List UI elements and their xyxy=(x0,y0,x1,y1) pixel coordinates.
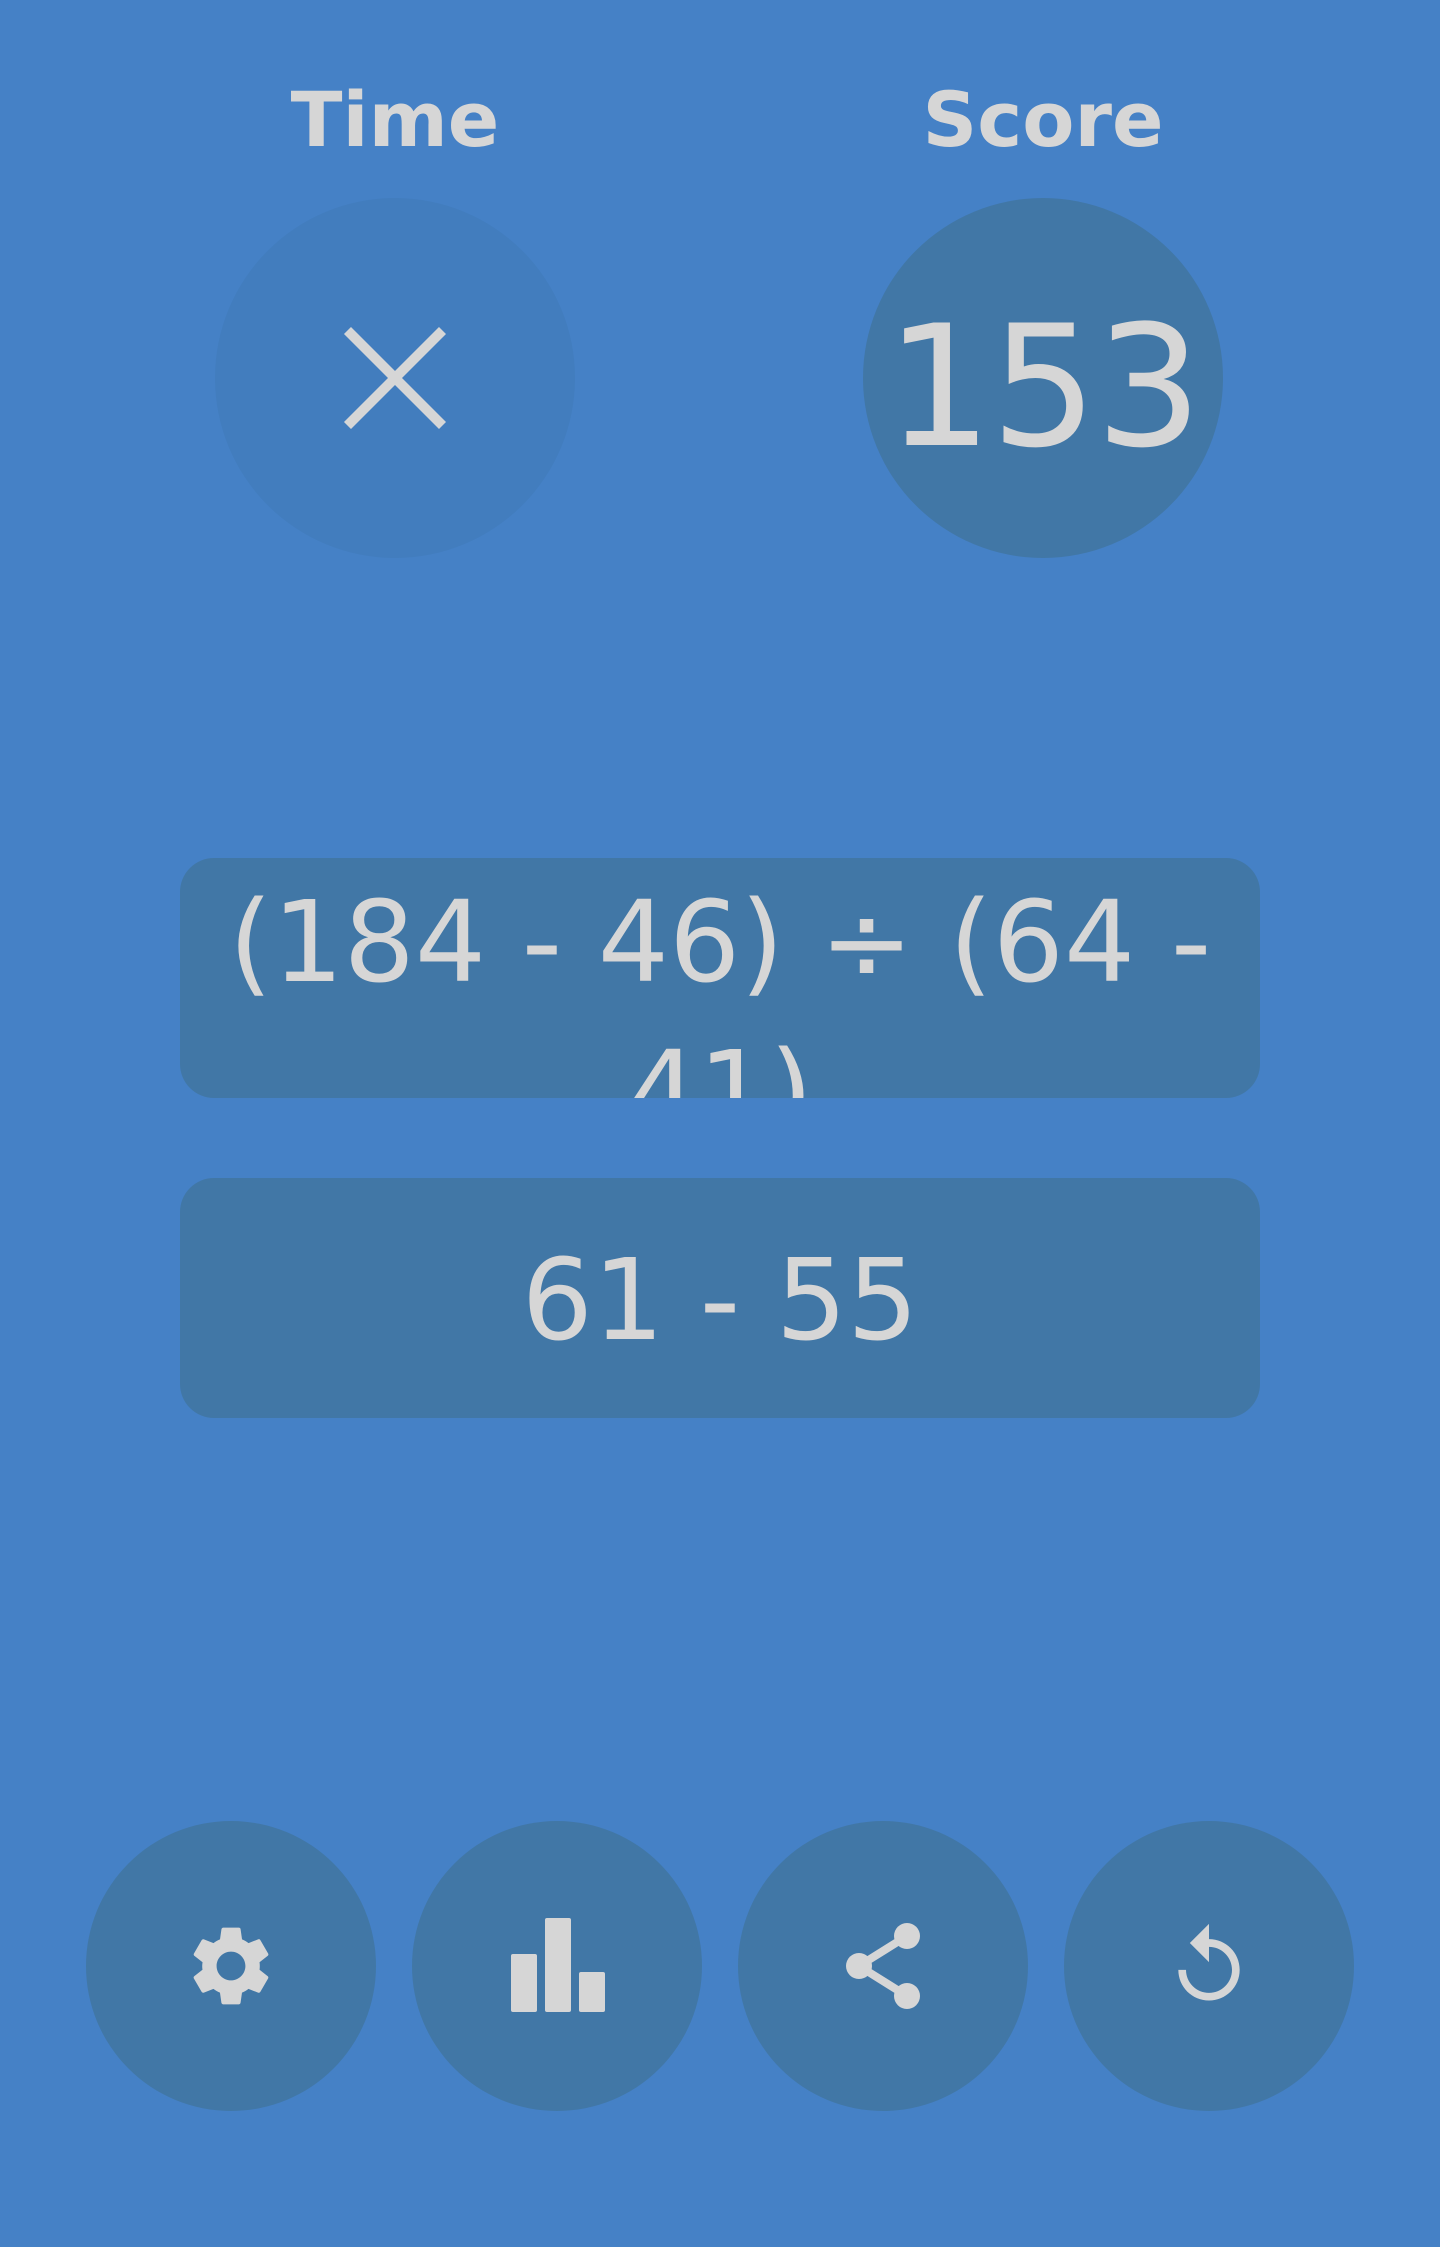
answer-option[interactable]: 61 - 55 xyxy=(180,1178,1260,1418)
question-card: (184 - 46) ÷ (64 - 41) xyxy=(180,858,1260,1098)
answer-expression: 61 - 55 xyxy=(521,1236,919,1366)
timer-circle xyxy=(215,198,575,558)
close-icon xyxy=(343,326,447,430)
share-icon xyxy=(846,1923,920,2009)
score-circle: 153 xyxy=(863,198,1223,558)
settings-button[interactable] xyxy=(86,1821,376,2111)
score-value: 153 xyxy=(885,289,1203,485)
score-label: Score xyxy=(922,75,1164,164)
gear-icon xyxy=(193,1927,269,2005)
stats-button[interactable] xyxy=(412,1821,702,2111)
bar-chart-icon xyxy=(511,1918,605,2012)
question-expression: (184 - 46) ÷ (64 - 41) xyxy=(228,878,1212,1098)
restart-button[interactable] xyxy=(1064,1821,1354,2111)
restart-icon xyxy=(1178,1923,1240,2001)
time-label: Time xyxy=(290,75,500,164)
share-button[interactable] xyxy=(738,1821,1028,2111)
